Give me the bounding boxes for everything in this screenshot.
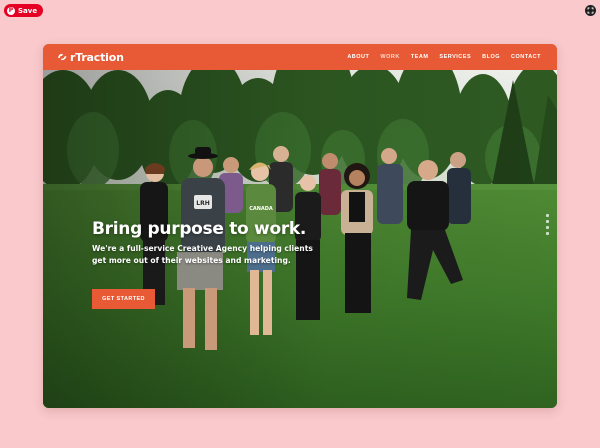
nav-link-blog[interactable]: BLOG	[482, 54, 500, 60]
nav-link-about[interactable]: ABOUT	[347, 54, 369, 60]
save-button[interactable]: P Save	[4, 4, 44, 17]
website-preview-card: rTraction ABOUT WORK TEAM SERVICES BLOG …	[43, 44, 557, 408]
site-logo[interactable]: rTraction	[57, 51, 124, 64]
nav-menu: ABOUT WORK TEAM SERVICES BLOG CONTACT	[347, 54, 541, 60]
expand-icon	[587, 7, 594, 14]
logo-mark-icon	[58, 53, 67, 61]
nav-link-services[interactable]: SERVICES	[439, 54, 471, 60]
nav-link-team[interactable]: TEAM	[411, 54, 429, 60]
hero-copy: Bring purpose to work. We're a full-serv…	[92, 219, 342, 266]
get-started-button[interactable]: GET STARTED	[92, 289, 155, 309]
expand-button[interactable]	[585, 5, 596, 16]
slide-dot[interactable]	[546, 226, 549, 229]
nav-link-contact[interactable]: CONTACT	[511, 54, 541, 60]
nav-link-work[interactable]: WORK	[380, 54, 399, 60]
slide-dot[interactable]	[546, 232, 549, 235]
logo-text: rTraction	[70, 50, 124, 64]
slide-dot[interactable]	[546, 220, 549, 223]
slide-indicator	[546, 214, 549, 235]
shirt-text-lrh: LRH	[196, 200, 209, 207]
shirt-text-canada: CANADA	[249, 206, 273, 212]
hero-headline: Bring purpose to work.	[92, 219, 307, 239]
save-label: Save	[18, 6, 38, 15]
hero-section: LRH CANADA Bring purpose to work. We're …	[43, 70, 557, 408]
slide-dot[interactable]	[546, 214, 549, 217]
site-navbar: rTraction ABOUT WORK TEAM SERVICES BLOG …	[43, 44, 557, 70]
pin-icon: P	[7, 6, 15, 15]
hero-subhead: We're a full-service Creative Agency hel…	[92, 244, 313, 265]
